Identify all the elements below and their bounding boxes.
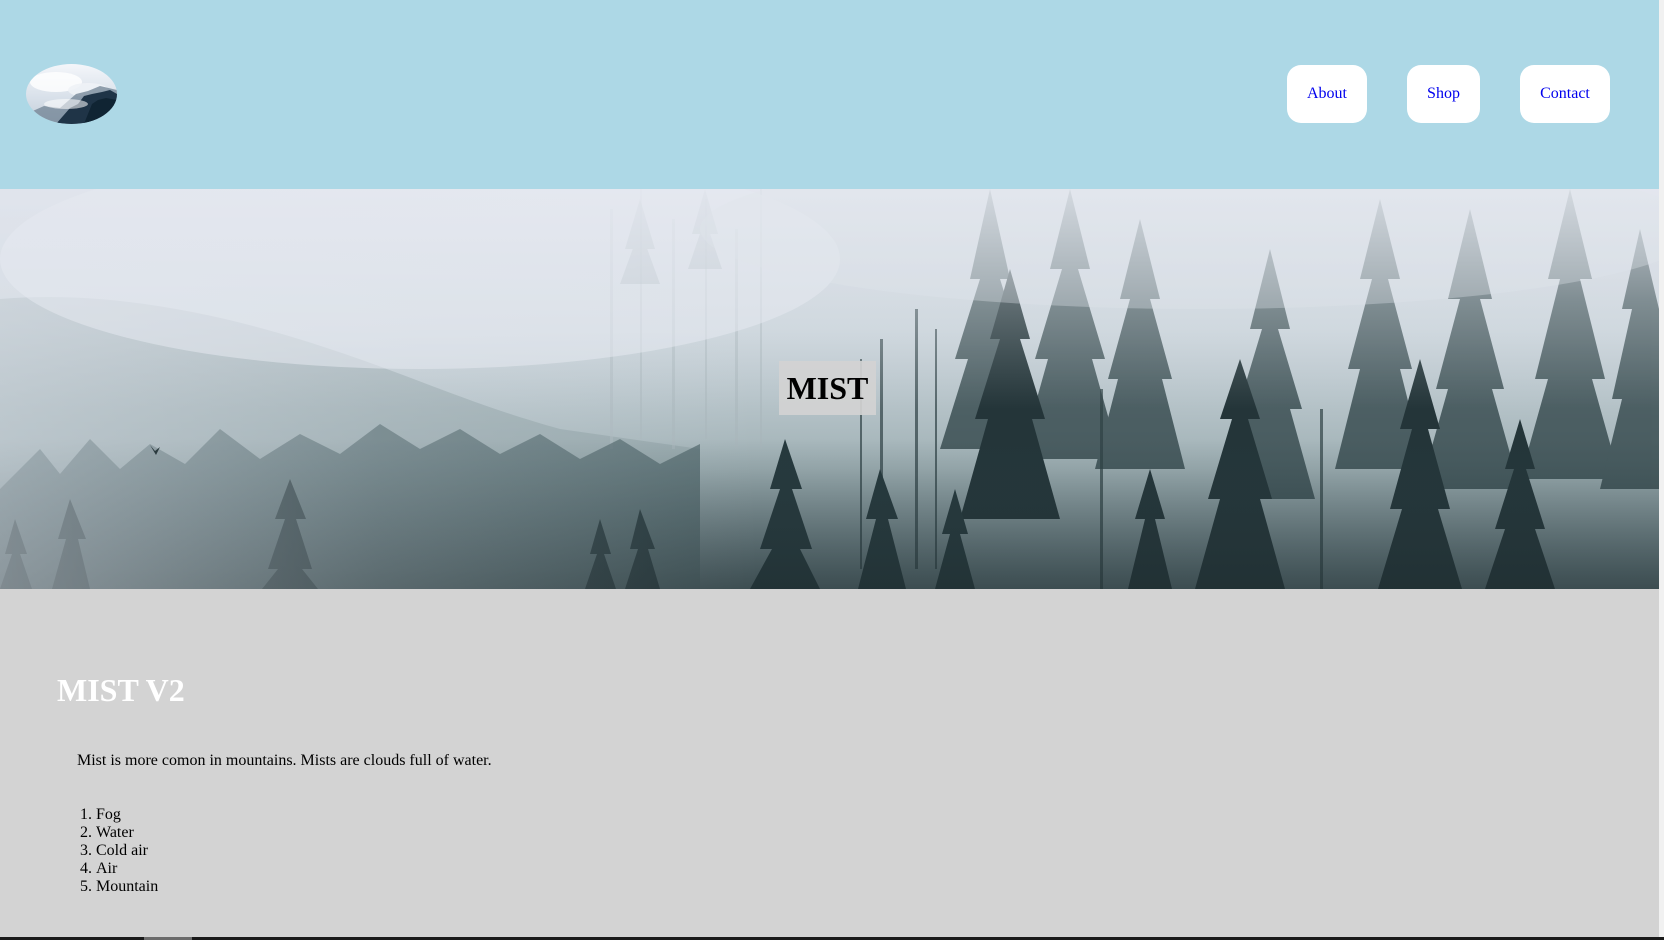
browser-viewport: About Shop Contact MIST MIST V2 Mist is … [0,0,1664,940]
nav-shop-label: Shop [1427,85,1460,102]
site-header: About Shop Contact [0,0,1659,189]
feature-list: Fog Water Cold air Air Mountain [76,806,158,896]
section-paragraph: Mist is more comon in mountains. Mists a… [77,752,492,769]
nav-contact-label: Contact [1540,85,1590,102]
nav-shop-button[interactable]: Shop [1407,65,1480,123]
list-item: Cold air [96,842,158,860]
hero-banner: MIST [0,189,1659,589]
section-title: MIST V2 [57,672,185,708]
nav-about-button[interactable]: About [1287,65,1367,123]
list-item: Air [96,860,158,878]
hero-title: MIST [779,361,876,415]
site-page: About Shop Contact MIST MIST V2 Mist is … [0,0,1659,937]
list-item: Mountain [96,878,158,896]
nav-contact-button[interactable]: Contact [1520,65,1610,123]
logo-image [26,64,117,124]
list-item: Fog [96,806,158,824]
nav-about-label: About [1307,85,1347,102]
vertical-scrollbar[interactable] [1659,0,1664,937]
list-item: Water [96,824,158,842]
misty-mountain-logo-icon[interactable] [26,64,117,124]
